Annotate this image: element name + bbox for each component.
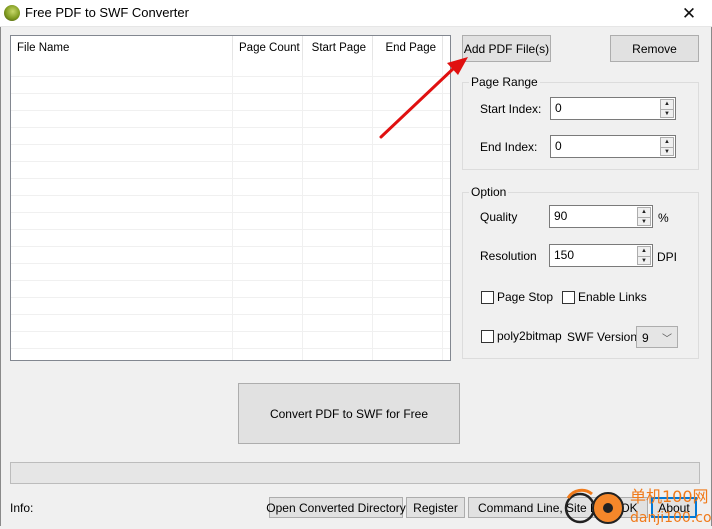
quality-unit: % bbox=[658, 211, 669, 225]
poly2bitmap-checkbox[interactable]: poly2bitmap bbox=[481, 329, 562, 343]
table-row[interactable] bbox=[11, 332, 450, 349]
register-button[interactable]: Register bbox=[406, 497, 465, 518]
end-index-value[interactable]: 0 bbox=[555, 139, 562, 153]
resolution-spinner[interactable]: 150 ▲ ▼ bbox=[549, 244, 653, 267]
spin-down-icon[interactable]: ▼ bbox=[638, 217, 650, 226]
ok-button[interactable]: OK bbox=[610, 497, 648, 518]
file-list[interactable]: File Name Page Count Start Page End Page bbox=[10, 35, 451, 361]
resolution-value[interactable]: 150 bbox=[554, 248, 574, 262]
spin-down-icon[interactable]: ▼ bbox=[661, 147, 673, 156]
spin-down-icon[interactable]: ▼ bbox=[638, 256, 650, 265]
page-stop-label: Page Stop bbox=[497, 290, 554, 304]
column-divider bbox=[302, 60, 303, 360]
table-row[interactable] bbox=[11, 281, 450, 298]
enable-links-checkbox[interactable]: Enable Links bbox=[562, 290, 647, 304]
open-converted-directory-button[interactable]: Open Converted Directory bbox=[266, 497, 406, 518]
column-divider bbox=[232, 60, 233, 360]
table-row[interactable] bbox=[11, 111, 450, 128]
table-row[interactable] bbox=[11, 128, 450, 145]
column-page-count[interactable]: Page Count bbox=[233, 36, 303, 60]
spin-up-icon[interactable]: ▲ bbox=[638, 247, 650, 256]
end-index-spinner[interactable]: 0 ▲ ▼ bbox=[550, 135, 676, 158]
column-file-name[interactable]: File Name bbox=[11, 36, 233, 60]
close-icon: ✕ bbox=[681, 3, 697, 23]
progress-bar bbox=[10, 462, 700, 484]
table-row[interactable] bbox=[11, 77, 450, 94]
spin-up-icon[interactable]: ▲ bbox=[638, 208, 650, 217]
quality-spinner[interactable]: 90 ▲ ▼ bbox=[549, 205, 653, 228]
quality-label: Quality bbox=[480, 210, 518, 224]
start-index-label: Start Index: bbox=[480, 102, 542, 116]
table-row[interactable] bbox=[11, 196, 450, 213]
table-row[interactable] bbox=[11, 213, 450, 230]
table-row[interactable] bbox=[11, 247, 450, 264]
table-row[interactable] bbox=[11, 94, 450, 111]
checkbox-box[interactable] bbox=[562, 290, 575, 304]
start-index-spinner[interactable]: 0 ▲ ▼ bbox=[550, 97, 676, 120]
enable-links-label: Enable Links bbox=[578, 290, 647, 304]
column-start-page[interactable]: Start Page bbox=[303, 36, 373, 60]
table-row[interactable] bbox=[11, 179, 450, 196]
chevron-down-icon: ﹀ bbox=[662, 334, 672, 345]
spin-up-icon[interactable]: ▲ bbox=[661, 100, 673, 109]
table-row[interactable] bbox=[11, 315, 450, 332]
quality-value[interactable]: 90 bbox=[554, 209, 567, 223]
remove-button[interactable]: Remove bbox=[610, 35, 699, 62]
spin-up-icon[interactable]: ▲ bbox=[661, 138, 673, 147]
window-border-left bbox=[0, 27, 1, 526]
table-row[interactable] bbox=[11, 145, 450, 162]
checkbox-box[interactable] bbox=[481, 329, 494, 343]
convert-button[interactable]: Convert PDF to SWF for Free bbox=[238, 383, 460, 444]
resolution-unit: DPI bbox=[657, 250, 678, 264]
page-range-title: Page Range bbox=[469, 75, 540, 89]
command-line-button[interactable]: Command Line, Site Licen bbox=[468, 497, 608, 518]
title-bar: Free PDF to SWF Converter ✕ bbox=[0, 0, 712, 27]
about-button[interactable]: About bbox=[651, 497, 697, 518]
end-index-label: End Index: bbox=[480, 140, 538, 154]
column-end-page[interactable]: End Page bbox=[373, 36, 443, 60]
window-title: Free PDF to SWF Converter bbox=[25, 5, 189, 20]
table-row[interactable] bbox=[11, 230, 450, 247]
swf-version-value: 9 bbox=[642, 331, 649, 345]
poly2bitmap-label: poly2bitmap bbox=[497, 329, 562, 343]
swf-version-select[interactable]: 9 ﹀ bbox=[636, 326, 678, 348]
checkbox-box[interactable] bbox=[481, 290, 494, 304]
add-pdf-files-button[interactable]: Add PDF File(s) bbox=[462, 35, 551, 62]
table-row[interactable] bbox=[11, 162, 450, 179]
info-label: Info: bbox=[10, 501, 34, 515]
table-row[interactable] bbox=[11, 298, 450, 315]
app-logo-icon bbox=[4, 5, 20, 21]
page-stop-checkbox[interactable]: Page Stop bbox=[481, 290, 553, 304]
column-divider bbox=[372, 60, 373, 360]
column-divider bbox=[442, 60, 443, 360]
swf-version-label: SWF Version bbox=[567, 330, 638, 344]
start-index-value[interactable]: 0 bbox=[555, 101, 562, 115]
file-list-header: File Name Page Count Start Page End Page bbox=[11, 36, 450, 60]
table-row[interactable] bbox=[11, 60, 450, 77]
table-row[interactable] bbox=[11, 264, 450, 281]
spin-down-icon[interactable]: ▼ bbox=[661, 109, 673, 118]
close-button[interactable]: ✕ bbox=[666, 0, 712, 27]
option-title: Option bbox=[469, 185, 509, 199]
resolution-label: Resolution bbox=[480, 249, 537, 263]
